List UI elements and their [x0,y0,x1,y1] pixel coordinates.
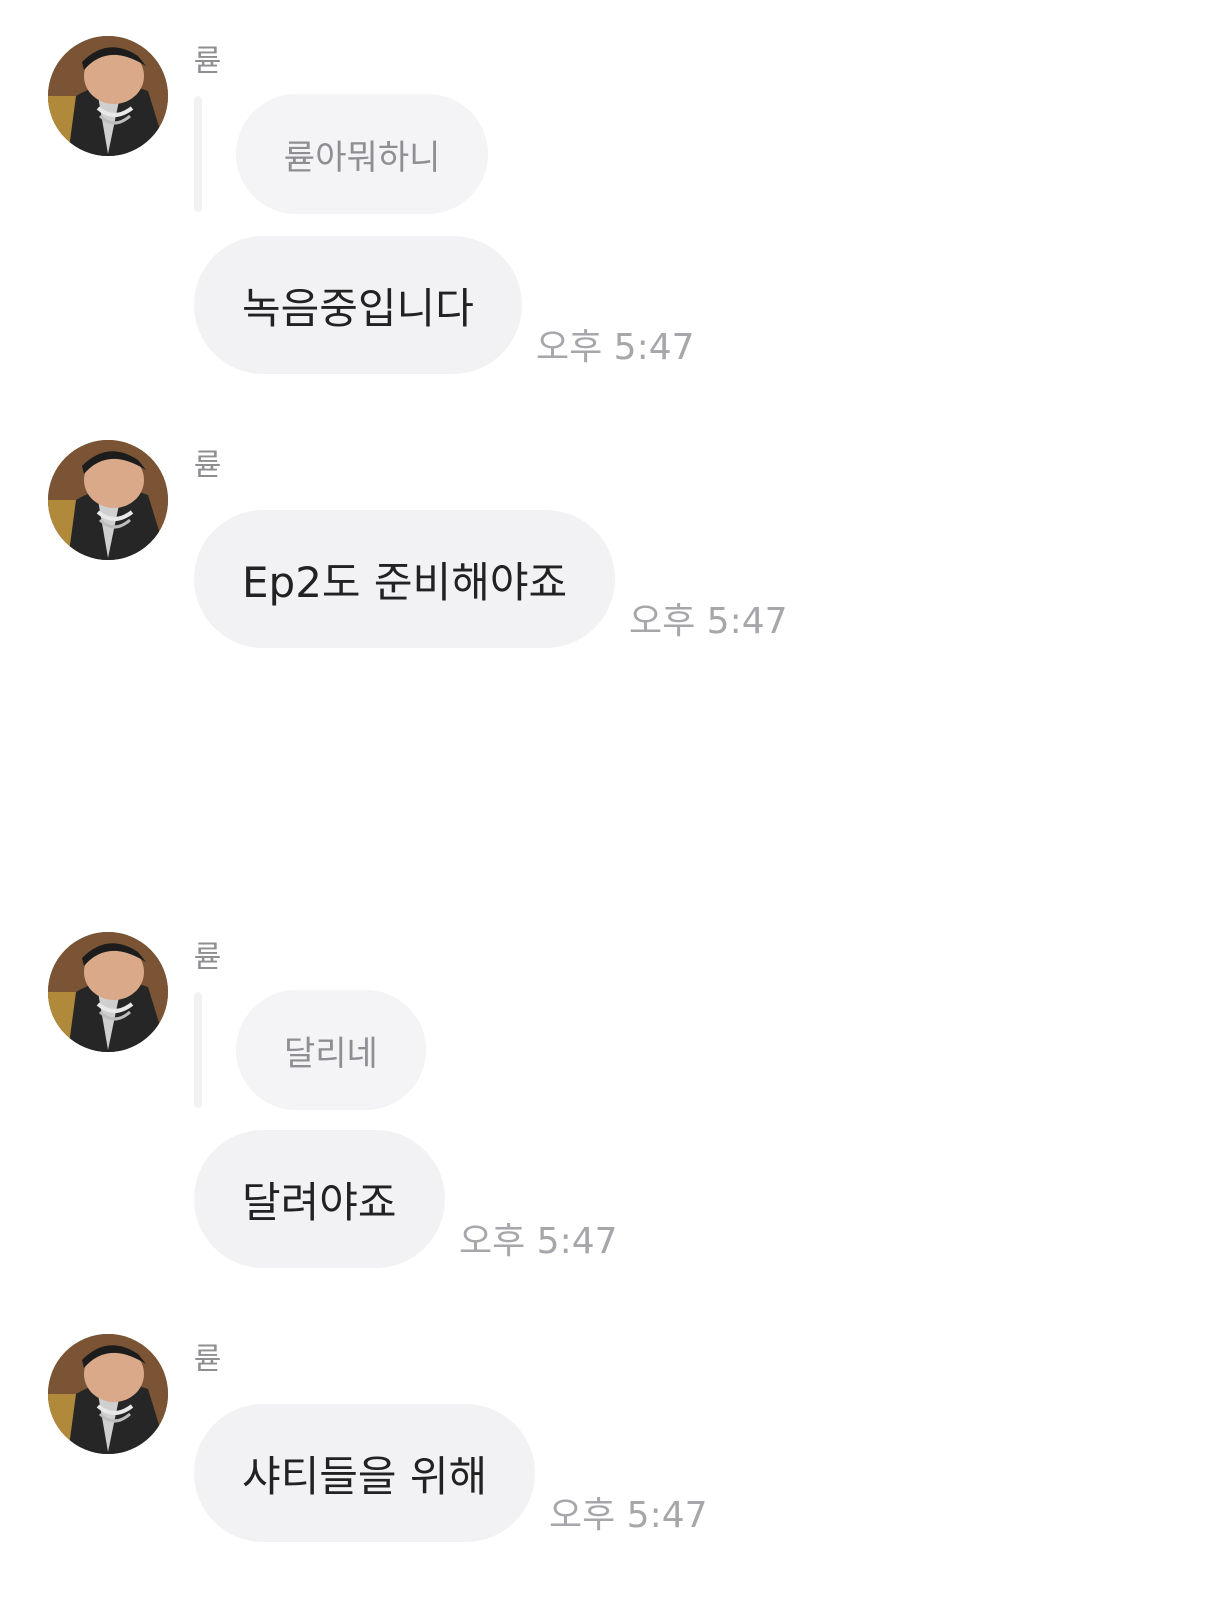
profile-photo-icon [48,1334,168,1454]
message-time: 오후 5:47 [629,601,788,642]
message-time: 오후 5:47 [459,1221,618,1262]
sender-name: 륟 [194,44,222,79]
message-bubble[interactable]: 달려야죠 [194,1130,445,1268]
avatar[interactable] [48,36,168,156]
sender-name: 륟 [194,940,222,975]
sender-name: 륟 [194,448,222,483]
reply-quote[interactable]: 달리네 [236,990,426,1110]
message-bubble[interactable]: 샤티들을 위해 [194,1404,536,1542]
message-time: 오후 5:47 [549,1495,708,1536]
reply-quote[interactable]: 륟아뭐하니 [236,94,489,214]
message-time: 오후 5:47 [536,327,695,368]
message-bubble[interactable]: Ep2도 준비해야죠 [194,510,616,648]
avatar[interactable] [48,1334,168,1454]
profile-photo-icon [48,36,168,156]
avatar[interactable] [48,932,168,1052]
message-bubble[interactable]: 녹음중입니다 [194,236,522,374]
reply-indicator [194,96,202,212]
sender-name: 륟 [194,1342,222,1377]
profile-photo-icon [48,440,168,560]
reply-indicator [194,992,202,1108]
profile-photo-icon [48,932,168,1052]
avatar[interactable] [48,440,168,560]
